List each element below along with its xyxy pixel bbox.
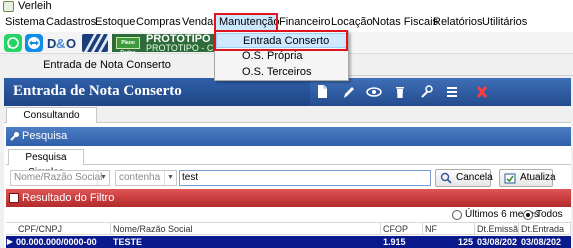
col-nf[interactable]: NF [423, 223, 475, 235]
grid-header: CPF/CNPJ Nome/Razão Social CFOP NF Dt.Em… [6, 222, 571, 235]
refresh-icon [504, 172, 516, 184]
row-indicator-icon: ▶ [6, 236, 14, 248]
menu-item-os-propria[interactable]: O.S. Própria [216, 49, 347, 64]
col-nome[interactable]: Nome/Razão Social [111, 223, 381, 235]
col-cfop[interactable]: CFOP [381, 223, 423, 235]
pesquisa-header[interactable]: Pesquisa [6, 127, 571, 146]
cancel-search-icon [440, 172, 452, 184]
cancel-label: Cancela [456, 172, 493, 183]
field-select-value: Nome/Razão Social [14, 172, 103, 183]
tab-pesquisa-simples[interactable]: Pesquisa Simples [8, 149, 84, 178]
pesquisa-title: Pesquisa [22, 130, 68, 142]
menu-compras[interactable]: Compras [136, 13, 181, 32]
resultado-header[interactable]: Resultado do Filtro [6, 189, 571, 207]
radio-ultimos-6-meses[interactable]: Últimos 6 meses [452, 209, 539, 221]
chevron-down-icon: ▼ [97, 171, 109, 185]
cell-cfop: 1.915 [383, 237, 406, 247]
table-row[interactable]: ▶ 00.000.000/0000-00 TESTE 1.915 125 03/… [6, 236, 571, 248]
radio-todos-label: Todos [536, 209, 563, 220]
chevron-down-icon: ▼ [164, 171, 176, 185]
operator-select[interactable]: contenha ▼ [115, 170, 177, 186]
page-title: Entrada de Nota Conserto [13, 83, 182, 99]
menu-relatorios[interactable]: Relatórios [433, 13, 483, 32]
cell-dt-emissao: 03/08/202 [477, 237, 518, 247]
menu-sistema[interactable]: Sistema [5, 13, 45, 32]
teamviewer-icon[interactable] [25, 34, 43, 52]
menu-notas-fiscais[interactable]: Notas Fiscais [372, 13, 438, 32]
tab-entrada-nota-conserto[interactable]: Entrada de Nota Conserto [0, 55, 214, 76]
view-icon[interactable] [362, 78, 386, 106]
app-icon [3, 1, 14, 12]
radio-dot [452, 210, 462, 220]
search-input[interactable]: test [179, 170, 431, 186]
menu-utilitarios[interactable]: Utilitários [482, 13, 527, 32]
header-toolbar [310, 78, 571, 106]
menu-estoque[interactable]: Estoque [95, 13, 135, 32]
window-title: Verleih [18, 0, 52, 12]
col-cpf-cnpj[interactable]: CPF/CNPJ [6, 223, 111, 235]
tools-icon[interactable] [414, 78, 438, 106]
cell-nf: 125 [457, 237, 473, 247]
menu-item-os-terceiros[interactable]: O.S. Terceiros [216, 65, 347, 80]
tab-consultando-registros[interactable]: Consultando Registros [6, 107, 97, 136]
cell-dt-entrada: 03/08/202 [521, 237, 562, 247]
radio-dot-selected [523, 210, 533, 220]
col-dt-entrada[interactable]: Dt.Entrada [519, 223, 571, 235]
menu-icon[interactable] [440, 78, 464, 106]
company-logo: Plano Dados [116, 37, 140, 56]
radio-todos[interactable]: Todos [523, 209, 563, 221]
resultado-title: Resultado do Filtro [22, 192, 115, 204]
update-button[interactable]: Atualiza [499, 169, 556, 187]
field-select[interactable]: Nome/Razão Social ▼ [10, 170, 110, 186]
title-bar: Verleih [0, 0, 573, 13]
edit-icon[interactable] [336, 78, 360, 106]
search-tab-strip: Pesquisa Simples [6, 148, 571, 178]
close-icon[interactable] [470, 78, 494, 106]
dxd-logo-icon[interactable]: D & O [46, 34, 78, 52]
menu-cadastros[interactable]: Cadastros [46, 13, 96, 32]
company-banner: Plano Dados PROTOTIPO PR PROTOTIPO - CNP [112, 34, 229, 56]
svg-text:D: D [47, 36, 56, 51]
dropdown-highlight-box [214, 30, 348, 51]
col-dt-emissao[interactable]: Dt.Emissão [475, 223, 519, 235]
stripes-logo-icon[interactable] [82, 34, 108, 52]
operator-select-value: contenha [119, 172, 161, 183]
cell-cpf-cnpj: 00.000.000/0000-00 [16, 237, 97, 247]
update-label: Atualiza [520, 172, 556, 183]
svg-text:O: O [66, 36, 76, 51]
new-icon[interactable] [310, 78, 334, 106]
cancel-button[interactable]: Cancela [435, 169, 493, 187]
table-icon [9, 193, 19, 203]
whatsapp-icon[interactable] [4, 34, 22, 52]
search-tool-icon [10, 131, 20, 144]
mode-tab-strip: Consultando Registros [4, 106, 571, 136]
svg-text:&: & [56, 36, 65, 51]
form-header: Entrada de Nota Conserto [4, 78, 571, 106]
delete-icon[interactable] [388, 78, 412, 106]
cell-nome: TESTE [113, 237, 143, 247]
app-window: Verleih Sistema Cadastros Estoque Compra… [0, 0, 573, 248]
